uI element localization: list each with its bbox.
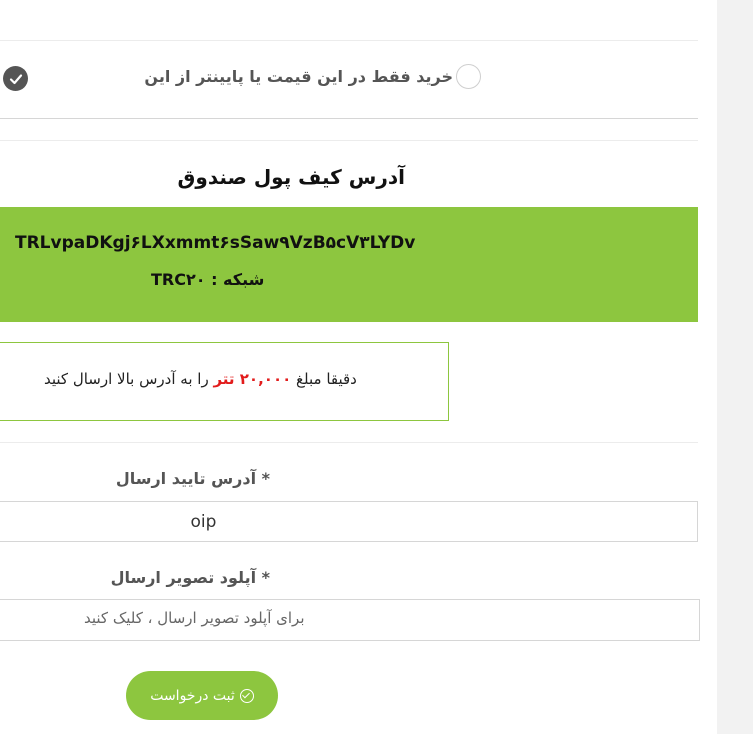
divider-form [0,442,698,443]
radio-unchecked-icon[interactable] [456,64,481,89]
payment-amount: ۲۰,۰۰۰ تتر [213,370,292,388]
order-panel: خرید فقط در این قیمت یا پایینتر از این خ… [0,0,717,734]
network-label: شبکه : TRC۲۰ [151,270,265,289]
divider-options [0,118,698,119]
submit-request-button[interactable]: ثبت درخواست [126,671,278,720]
wallet-address: TRLvpaDKgj۶LXxmmt۶sSaw۹VzB۵cV۳LYDv [15,233,416,253]
wallet-address-box [0,207,698,322]
second-purchase-option[interactable]: خ [0,66,28,91]
price-limit-label: خرید فقط در این قیمت یا پایینتر از این [144,67,453,86]
divider-top [0,40,698,41]
price-limit-option[interactable]: خرید فقط در این قیمت یا پایینتر از این [144,64,481,89]
check-circle-icon[interactable] [3,66,28,91]
submit-label: ثبت درخواست [150,687,235,704]
upload-placeholder: برای آپلود تصویر ارسال ، کلیک کنید [84,609,305,627]
wallet-title: آدرس کیف پول صندوق [177,165,406,189]
upload-image-label: * آپلود تصویر ارسال [110,568,270,587]
instruction-prefix: دقیقا مبلغ [296,370,357,388]
instruction-suffix: را به آدرس بالا ارسال کنید [44,370,209,388]
divider-section [0,140,698,141]
address-confirm-input[interactable] [0,501,698,542]
payment-instruction: دقیقا مبلغ ۲۰,۰۰۰ تتر را به آدرس بالا ار… [44,370,357,388]
address-confirm-label: * آدرس تایید ارسال [115,469,270,488]
check-circle-icon [239,688,254,703]
